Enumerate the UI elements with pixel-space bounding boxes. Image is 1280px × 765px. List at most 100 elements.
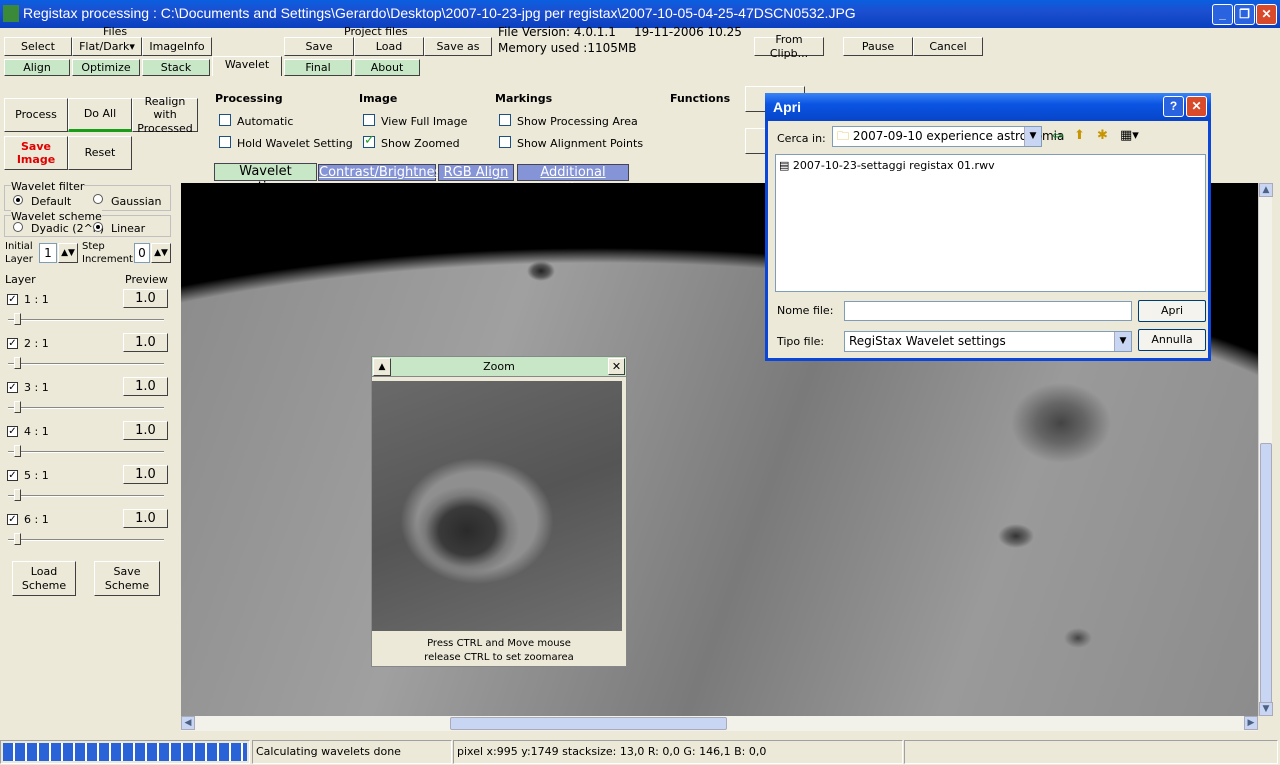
file-list[interactable]: ▤ 2007-10-23-settaggi registax 01.rwv xyxy=(775,154,1206,292)
show-alignment-points-checkbox[interactable] xyxy=(499,136,511,151)
layer-preview-value[interactable]: 1.0 xyxy=(123,509,168,528)
step-increment-spinner[interactable]: ▲▼ xyxy=(151,243,171,263)
layer-slider-thumb[interactable] xyxy=(14,533,21,545)
processing-heading: Processing xyxy=(215,92,283,105)
layer-slider[interactable] xyxy=(8,319,164,321)
filetype-value: RegiStax Wavelet settings xyxy=(849,334,1006,348)
open-button[interactable]: Apri xyxy=(1138,300,1206,322)
automatic-checkbox[interactable] xyxy=(219,114,231,129)
realign-button[interactable]: Realign with Processed xyxy=(132,95,198,135)
horizontal-scroll-thumb[interactable] xyxy=(450,717,727,730)
tab-align[interactable]: Align xyxy=(4,59,70,76)
minimize-button[interactable]: _ xyxy=(1212,4,1233,25)
reset-button[interactable]: Reset xyxy=(68,136,132,170)
dialog-titlebar[interactable]: Apri ? ✕ xyxy=(765,93,1211,121)
imageinfo-button[interactable]: ImageInfo xyxy=(142,37,212,56)
close-button[interactable]: ✕ xyxy=(1256,4,1277,25)
cancel-button[interactable]: Cancel xyxy=(913,37,983,56)
zoom-titlebar[interactable]: ▲ Zoom ✕ xyxy=(372,357,626,377)
chevron-down-icon[interactable]: ▼ xyxy=(1024,127,1041,146)
layer-preview-value[interactable]: 1.0 xyxy=(123,421,168,440)
show-processing-area-checkbox[interactable] xyxy=(499,114,511,129)
show-zoomed-checkbox[interactable]: ✓ xyxy=(363,133,375,151)
layer-checkbox[interactable]: ✓ xyxy=(7,424,18,437)
layer-slider[interactable] xyxy=(8,363,164,365)
view-full-image-checkbox[interactable] xyxy=(363,114,375,129)
scroll-left-icon[interactable]: ◀ xyxy=(181,716,195,730)
show-alignment-points-label: Show Alignment Points xyxy=(517,137,644,150)
save-scheme-button[interactable]: Save Scheme xyxy=(94,561,160,596)
layer-checkbox[interactable]: ✓ xyxy=(7,468,18,481)
chevron-down-icon[interactable]: ▼ xyxy=(1114,332,1131,351)
view-menu-icon[interactable]: ▦▾ xyxy=(1120,128,1139,143)
look-in-combo[interactable]: 🗀 2007-09-10 experience astronomia ▼ xyxy=(832,126,1064,147)
subtab-wavelet-options[interactable]: Wavelet options xyxy=(214,163,317,195)
default-radio[interactable] xyxy=(13,195,23,208)
layer-slider-thumb[interactable] xyxy=(14,313,21,325)
save-image-button[interactable]: Save Image xyxy=(4,136,68,170)
layer-checkbox[interactable]: ✓ xyxy=(7,292,18,305)
step-increment-input[interactable]: 0 xyxy=(134,243,150,263)
title-bar: Registax processing : C:\Documents and S… xyxy=(0,0,1280,28)
back-icon[interactable]: ⇦ xyxy=(1052,128,1064,144)
layer-slider[interactable] xyxy=(8,407,164,409)
tab-about[interactable]: About xyxy=(354,59,420,76)
load-scheme-button[interactable]: Load Scheme xyxy=(12,561,76,596)
save-project-button[interactable]: Save xyxy=(284,37,354,56)
new-folder-icon[interactable]: ✱ xyxy=(1097,128,1108,143)
layer-preview-value[interactable]: 1.0 xyxy=(123,465,168,484)
horizontal-scrollbar[interactable]: ◀ ▶ xyxy=(181,716,1258,731)
layer-slider[interactable] xyxy=(8,495,164,497)
up-folder-icon[interactable]: ⬆ xyxy=(1074,128,1085,143)
dialog-close-button[interactable]: ✕ xyxy=(1186,96,1207,117)
default-label: Default xyxy=(31,195,72,208)
layer-checkbox[interactable]: ✓ xyxy=(7,512,18,525)
help-button[interactable]: ? xyxy=(1163,96,1184,117)
flat-dark-button[interactable]: Flat/Dark ▾ xyxy=(72,37,142,56)
tab-final[interactable]: Final xyxy=(284,59,352,76)
save-as-button[interactable]: Save as xyxy=(424,37,492,56)
tab-optimize[interactable]: Optimize xyxy=(72,59,140,76)
scroll-up-icon[interactable]: ▲ xyxy=(1259,183,1273,197)
dyadic-radio[interactable] xyxy=(13,222,23,235)
subtab-rgb-align[interactable]: RGB Align xyxy=(438,164,514,181)
maximize-button[interactable]: ❐ xyxy=(1234,4,1255,25)
load-project-button[interactable]: Load xyxy=(354,37,424,56)
layer-preview-value[interactable]: 1.0 xyxy=(123,377,168,396)
layer-slider-thumb[interactable] xyxy=(14,489,21,501)
layer-checkbox[interactable]: ✓ xyxy=(7,380,18,393)
do-all-button[interactable]: Do All xyxy=(68,98,132,132)
initial-layer-input[interactable]: 1 xyxy=(39,243,57,263)
gaussian-radio[interactable] xyxy=(93,194,103,207)
layer-checkbox[interactable]: ✓ xyxy=(7,336,18,349)
subtab-contrast-brightness[interactable]: Contrast/Brightness xyxy=(318,164,448,181)
filename-input[interactable] xyxy=(844,301,1132,321)
file-item[interactable]: ▤ 2007-10-23-settaggi registax 01.rwv xyxy=(779,159,995,172)
layer-slider[interactable] xyxy=(8,539,164,541)
linear-radio[interactable] xyxy=(93,222,103,235)
process-button[interactable]: Process xyxy=(4,98,68,132)
scroll-down-icon[interactable]: ▼ xyxy=(1259,702,1273,716)
layer-slider-thumb[interactable] xyxy=(14,445,21,457)
filetype-combo[interactable]: RegiStax Wavelet settings ▼ xyxy=(844,331,1132,352)
file-icon: ▤ xyxy=(779,159,790,172)
scroll-right-icon[interactable]: ▶ xyxy=(1244,716,1258,730)
layer-slider[interactable] xyxy=(8,451,164,453)
dialog-cancel-button[interactable]: Annulla xyxy=(1138,329,1206,351)
hold-wavelet-checkbox[interactable] xyxy=(219,136,231,151)
tab-stack[interactable]: Stack xyxy=(142,59,210,76)
layer-slider-thumb[interactable] xyxy=(14,401,21,413)
vertical-scroll-thumb[interactable] xyxy=(1260,443,1272,703)
from-clipboard-button[interactable]: From Clipb... xyxy=(754,33,824,60)
initial-layer-spinner[interactable]: ▲▼ xyxy=(58,243,78,263)
pause-button[interactable]: Pause xyxy=(843,37,913,56)
zoom-collapse-icon[interactable]: ▲ xyxy=(373,358,391,376)
vertical-scrollbar[interactable]: ▲ ▼ xyxy=(1258,183,1273,716)
select-button[interactable]: Select xyxy=(4,37,72,56)
subtab-additional-options[interactable]: Additional options xyxy=(517,164,629,196)
layer-preview-value[interactable]: 1.0 xyxy=(123,289,168,308)
layer-preview-value[interactable]: 1.0 xyxy=(123,333,168,352)
zoom-close-icon[interactable]: ✕ xyxy=(608,358,625,375)
tab-wavelet[interactable]: Wavelet xyxy=(212,56,282,76)
layer-slider-thumb[interactable] xyxy=(14,357,21,369)
